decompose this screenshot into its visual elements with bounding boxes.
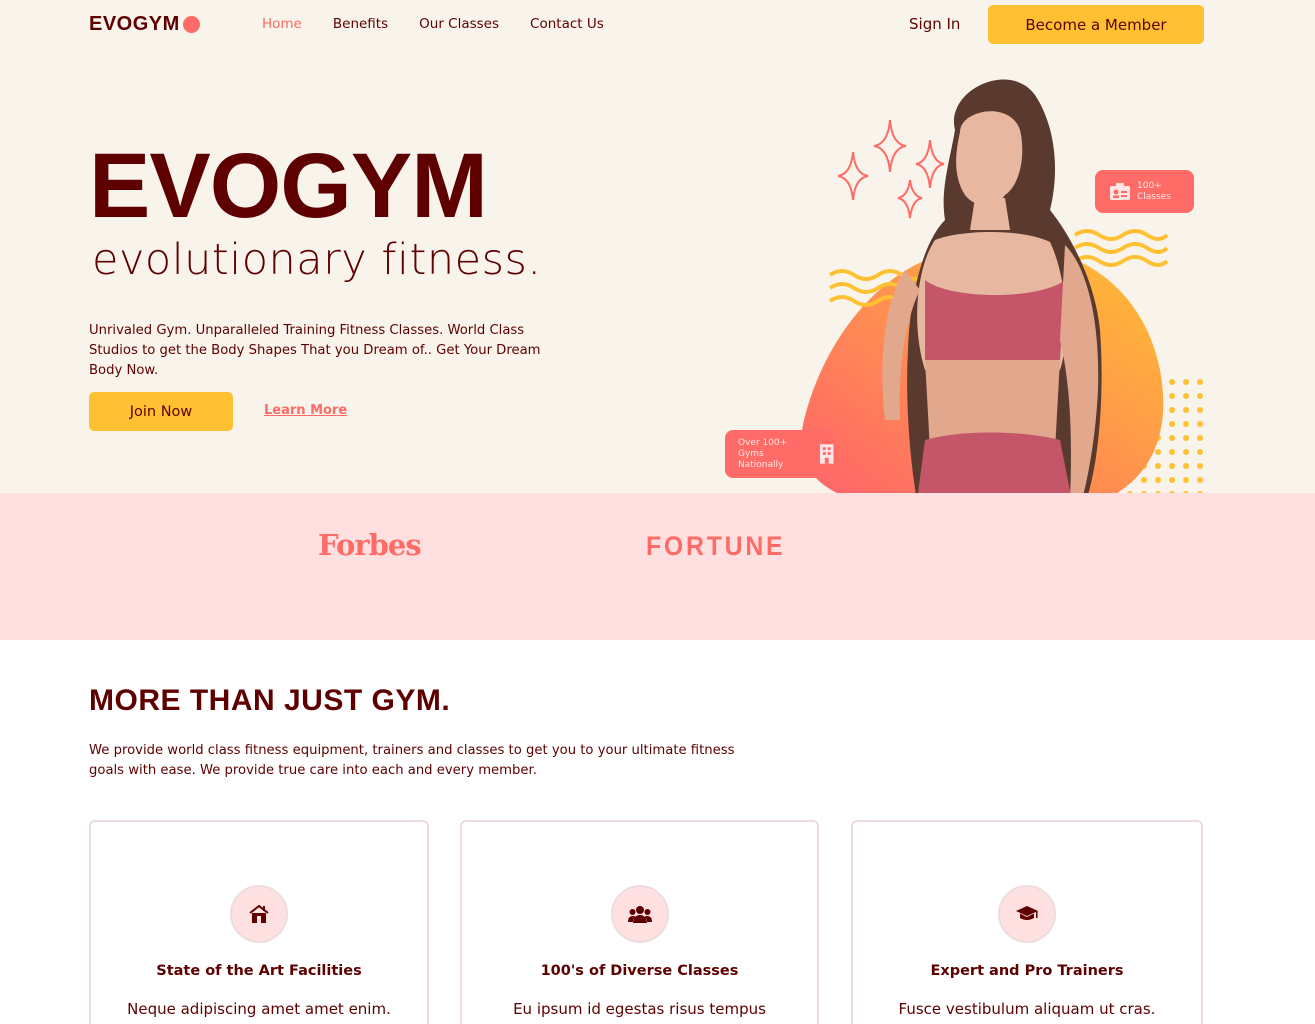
benefit-card-text: Eu ipsum id egestas risus tempus enim se… [513,1000,766,1024]
nav-link-benefits[interactable]: Benefits [333,16,388,32]
hero-section: EVOGYM evolutionary fitness. Unrivaled G… [0,50,1315,550]
building-icon [819,444,834,464]
graduation-cap-icon [998,885,1056,943]
benefit-card-trainers: Expert and Pro Trainers Fusce vestibulum… [851,820,1203,1024]
join-now-button[interactable]: Join Now [89,392,233,431]
nav-link-home[interactable]: Home [262,16,302,32]
benefit-card-title: 100's of Diverse Classes [540,963,739,979]
learn-more-link[interactable]: Learn More [264,403,347,418]
benefit-card-title: Expert and Pro Trainers [930,963,1124,979]
nav-link-contact-us[interactable]: Contact Us [530,16,604,32]
gyms-badge: Over 100+ Gyms Nationally [725,430,835,478]
benefits-description: We provide world class fitness equipment… [89,743,735,778]
logo-text: EVOGYM [89,13,180,35]
become-member-button[interactable]: Become a Member [988,5,1204,44]
benefit-card-classes: 100's of Diverse Classes Eu ipsum id ege… [460,820,819,1024]
benefit-card-title: State of the Art Facilities [156,963,362,979]
classes-badge: 100+ Classes [1095,170,1194,213]
sponsor-logo-fortune: FORTUNE [646,531,786,561]
nav-links: Home Benefits Our Classes Contact Us [262,16,635,32]
benefit-card-text: Fusce vestibulum aliquam ut cras. Nisl l… [888,1000,1166,1024]
home-icon [230,885,288,943]
hero-description: Unrivaled Gym. Unparalleled Training Fit… [89,323,541,378]
hero-title: EVOGYM [89,135,488,237]
gyms-badge-label: Gyms Nationally [738,448,784,470]
sign-in-link[interactable]: Sign In [909,15,960,33]
id-card-icon [1110,182,1130,200]
nav-link-our-classes[interactable]: Our Classes [419,16,499,32]
classes-badge-count: 100+ [1137,180,1162,191]
hero-subtitle: evolutionary fitness. [92,235,542,285]
logo[interactable]: EVOGYM [89,13,200,36]
sponsor-logo-forbes: Forbes [318,528,422,562]
logo-dot-icon [182,16,200,33]
benefits-title: MORE THAN JUST GYM. [89,684,451,717]
benefit-card-text: Neque adipiscing amet amet enim. Feugiat… [127,1000,391,1024]
navbar: EVOGYM Home Benefits Our Classes Contact… [0,0,1315,50]
classes-badge-label: Classes [1137,191,1171,202]
sponsors-section: Forbes FORTUNE [0,493,1315,640]
gyms-badge-count: Over 100+ [738,437,788,448]
users-icon [610,885,669,943]
benefit-card-facilities: State of the Art Facilities Neque adipis… [89,820,429,1024]
